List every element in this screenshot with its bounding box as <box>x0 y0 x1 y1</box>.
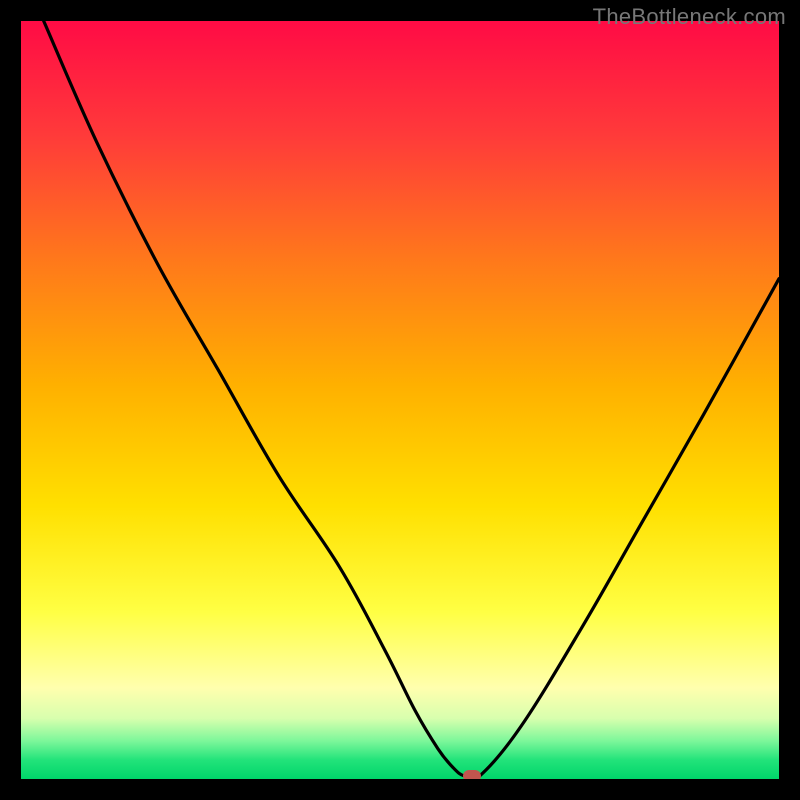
watermark-text: TheBottleneck.com <box>593 4 786 30</box>
chart-frame: TheBottleneck.com <box>0 0 800 800</box>
optimal-point-marker <box>463 770 481 779</box>
plot-area <box>21 21 779 779</box>
bottleneck-curve <box>21 21 779 779</box>
